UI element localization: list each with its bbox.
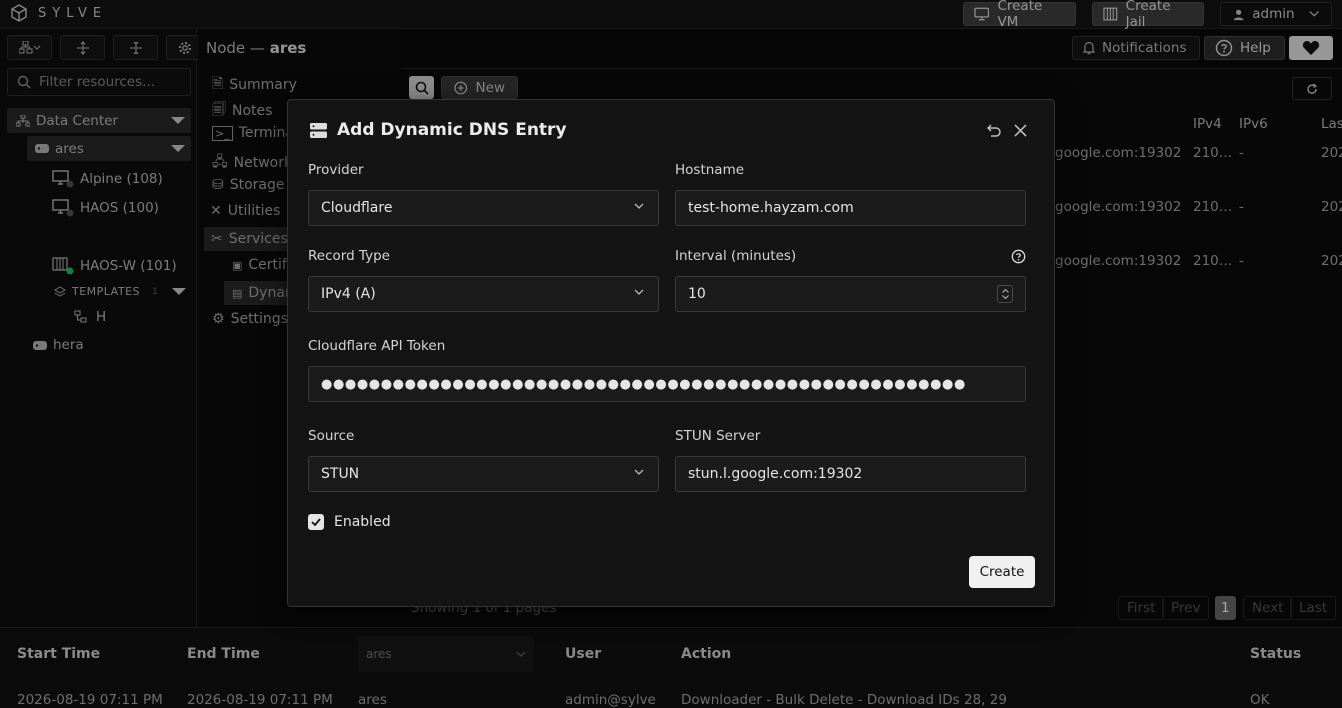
source-select[interactable]: STUN [308,456,659,492]
close-icon[interactable] [1014,124,1027,137]
api-token-value: ●●●●●●●●●●●●●●●●●●●●●●●●●●●●●●●●●●●●●●●●… [321,376,966,392]
stun-server-value: stun.l.google.com:19302 [688,466,863,482]
token-label: Cloudflare API Token [308,338,446,354]
stun-server-label: STUN Server [675,428,761,444]
interval-label: Interval (minutes) [675,248,797,264]
hostname-value: test-home.hayzam.com [688,200,854,216]
reset-icon[interactable] [985,124,1001,138]
enabled-checkbox[interactable] [308,514,324,530]
enabled-label: Enabled [334,514,391,530]
dialog-title: Add Dynamic DNS Entry [310,120,567,140]
source-label: Source [308,428,355,444]
record-type-label: Record Type [308,248,390,264]
hostname-input[interactable]: test-home.hayzam.com [675,190,1026,226]
hostname-label: Hostname [675,162,745,178]
chevron-down-icon [634,469,644,475]
api-token-input[interactable]: ●●●●●●●●●●●●●●●●●●●●●●●●●●●●●●●●●●●●●●●●… [308,366,1026,402]
server-icon [310,122,327,138]
chevron-down-icon [634,203,644,209]
record-type-select[interactable]: IPv4 (A) [308,276,659,312]
create-button[interactable]: Create [969,556,1035,588]
chevron-up-icon [1001,289,1009,293]
provider-label: Provider [308,162,364,178]
interval-value: 10 [688,286,706,302]
help-circle-icon[interactable] [1011,249,1026,264]
provider-value: Cloudflare [321,200,393,216]
check-icon [311,518,321,526]
chevron-down-icon [634,289,644,295]
source-value: STUN [321,466,360,482]
enabled-checkbox-row[interactable]: Enabled [308,514,391,530]
number-stepper[interactable] [997,285,1013,303]
add-ddns-dialog: Add Dynamic DNS Entry Provider Cloudflar… [287,99,1055,607]
stun-server-input[interactable]: stun.l.google.com:19302 [675,456,1026,492]
record-type-value: IPv4 (A) [321,286,376,302]
chevron-down-icon [1001,295,1009,299]
dialog-title-text: Add Dynamic DNS Entry [337,120,567,140]
interval-input[interactable]: 10 [675,276,1026,312]
provider-select[interactable]: Cloudflare [308,190,659,226]
